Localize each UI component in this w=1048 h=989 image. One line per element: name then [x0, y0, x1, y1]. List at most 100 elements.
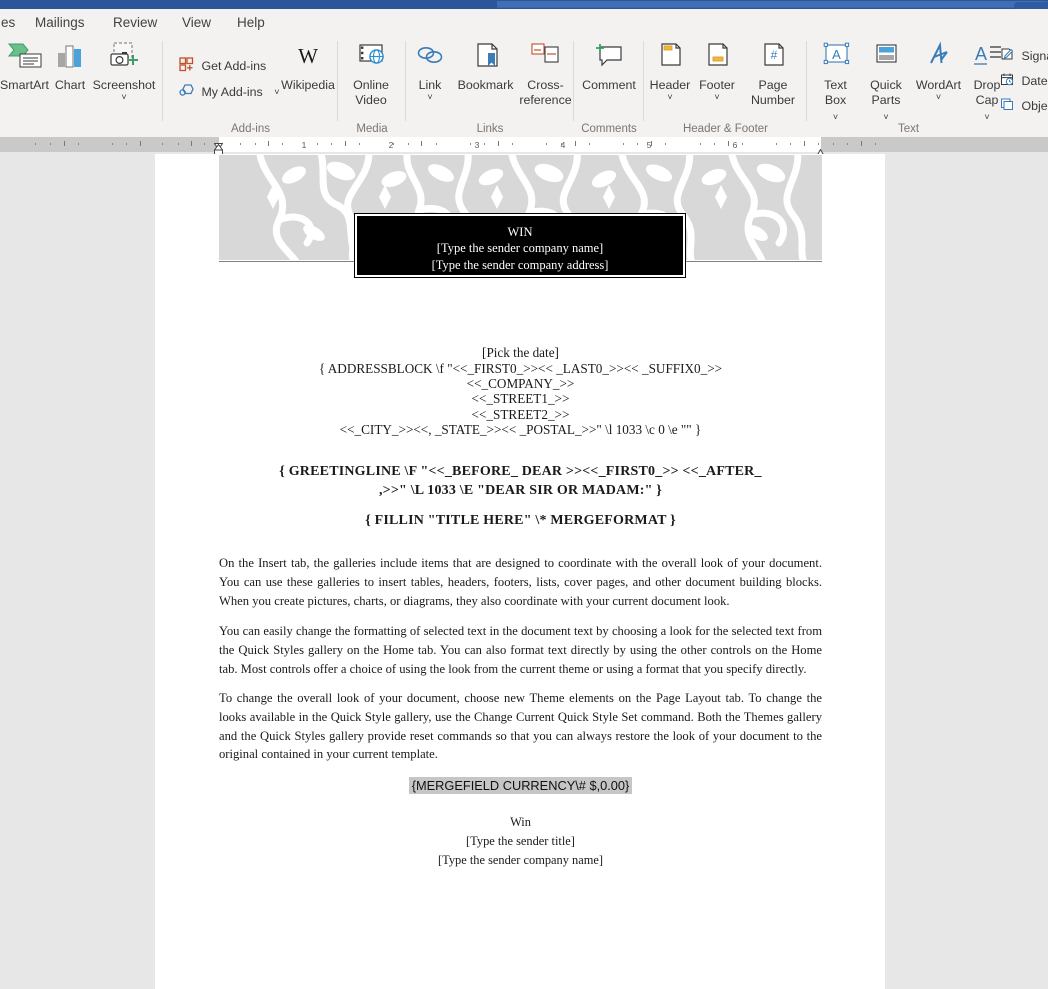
chevron-down-icon[interactable]: ˅ — [694, 92, 740, 101]
ribbon-group-comments: Comment Comments — [574, 35, 644, 137]
wikipedia-label: Wikipedia — [281, 78, 335, 92]
tab-review[interactable]: Review — [108, 13, 162, 33]
chevron-down-icon[interactable]: ˅ — [913, 92, 964, 101]
group-label-add-ins: Add-ins — [231, 123, 270, 135]
get-add-ins-label: Get Add-ins — [201, 59, 267, 73]
chevron-down-icon[interactable]: ˅ — [646, 92, 694, 101]
fillin-field[interactable]: { FILLIN "TITLE HERE" \* MERGEFORMAT } — [219, 511, 822, 530]
group-label-media: Media — [356, 123, 388, 135]
bookmark-icon — [454, 41, 517, 76]
ruler-number-5: 5 — [646, 140, 652, 150]
comment-button[interactable]: Comment — [575, 41, 643, 93]
my-add-ins-icon — [179, 83, 194, 101]
document-canvas[interactable]: WIN [Type the sender company name] [Type… — [0, 154, 1048, 989]
first-line-indent-marker[interactable] — [213, 137, 224, 151]
page-number-icon: # — [740, 41, 806, 76]
tab-mailings[interactable]: Mailings — [30, 13, 90, 33]
chevron-down-icon[interactable]: ˅ — [883, 112, 888, 122]
group-label-header-footer: Header & Footer — [682, 123, 768, 135]
body-paragraph-2[interactable]: You can easily change the formatting of … — [219, 622, 822, 678]
document-page[interactable]: WIN [Type the sender company name] [Type… — [155, 154, 885, 989]
greeting-line-1: { GREETINGLINE \F "<<_BEFORE_ DEAR >><<_… — [279, 464, 762, 479]
get-add-ins-button[interactable]: Get Add-ins — [179, 57, 266, 75]
svg-text:A: A — [832, 47, 841, 62]
pick-the-date-field[interactable]: [Pick the date] — [219, 345, 822, 360]
company-tagline: WIN — [507, 225, 533, 239]
header-icon — [646, 41, 694, 76]
footer-button[interactable]: Footer ˅ — [694, 41, 740, 101]
comment-label: Comment — [582, 78, 636, 92]
body-paragraph-3[interactable]: To change the overall look of your docum… — [219, 689, 822, 764]
wordart-icon — [913, 41, 964, 76]
tab-references[interactable]: es — [0, 13, 20, 33]
tab-help[interactable]: Help — [232, 13, 270, 33]
chevron-down-icon[interactable]: ˅ — [91, 92, 157, 101]
tab-view[interactable]: View — [177, 13, 216, 33]
ruler-number-3: 3 — [474, 140, 480, 150]
sender-company-placeholder[interactable]: [Type the sender company name] — [219, 851, 822, 870]
screenshot-label: Screenshot — [92, 78, 156, 92]
ribbon-group-add-ins: Get Add-ins My Add-ins ˅ W Wikipedia Add… — [163, 35, 338, 137]
greeting-line-field[interactable]: { GREETINGLINE \F "<<_BEFORE_ DEAR >><<_… — [219, 462, 822, 500]
sender-company-name-placeholder[interactable]: [Type the sender company name] — [357, 240, 683, 256]
cross-reference-icon — [517, 41, 574, 76]
ribbon-body: SmartArt Chart Screenshot ˅ Get Add-ins … — [0, 35, 1048, 137]
cross-reference-label: Cross-reference — [519, 78, 572, 107]
ribbon-group-header-footer: Header ˅ Footer ˅ # Page Number Header &… — [644, 35, 807, 137]
right-indent-marker[interactable] — [815, 144, 826, 157]
bookmark-button[interactable]: Bookmark — [454, 41, 517, 93]
group-label-comments: Comments — [581, 123, 637, 135]
text-box-label: Text Box — [824, 78, 847, 107]
my-add-ins-button[interactable]: My Add-ins ˅ — [179, 83, 279, 101]
chart-button[interactable]: Chart — [49, 41, 91, 93]
signature-block[interactable]: Win [Type the sender title] [Type the se… — [219, 813, 822, 870]
object-button[interactable]: Object — [1000, 97, 1048, 114]
page-number-button[interactable]: # Page Number — [740, 41, 806, 107]
wordart-label: WordArt — [915, 78, 962, 92]
date-and-time-label: Date & — [1021, 73, 1048, 88]
cross-reference-button[interactable]: Cross-reference — [517, 41, 574, 107]
hanging-indent-marker[interactable] — [213, 143, 224, 157]
online-video-button[interactable]: Online Video — [339, 41, 403, 107]
quick-parts-button[interactable]: Quick Parts ˅ — [859, 41, 913, 125]
link-label: Link — [418, 78, 442, 92]
text-box-button[interactable]: A Text Box ˅ — [812, 41, 859, 125]
sender-title-box[interactable]: WIN [Type the sender company name] [Type… — [355, 214, 685, 277]
ruler-number-6: 6 — [732, 140, 738, 150]
ribbon: es Mailings Review View Help SmartArt Ch… — [0, 9, 1048, 137]
footer-icon — [694, 41, 740, 76]
date-time-icon — [1000, 72, 1014, 89]
link-icon — [406, 41, 454, 76]
currency-merge-field[interactable]: {MERGEFIELD CURRENCY\# $,0.00} — [408, 777, 633, 794]
chevron-down-icon[interactable]: ˅ — [833, 112, 838, 122]
date-and-time-button[interactable]: Date & — [1000, 72, 1048, 89]
smartart-label: SmartArt — [0, 78, 49, 92]
ribbon-tab-strip: es Mailings Review View Help — [0, 9, 1048, 35]
ribbon-group-text: A Text Box ˅ Quick Parts ˅ WordArt ˅ A D… — [807, 35, 1048, 137]
search-input[interactable] — [497, 1, 1045, 7]
signature-line-button[interactable]: Signat — [1000, 47, 1048, 64]
screenshot-icon — [91, 41, 157, 76]
wordart-button[interactable]: WordArt ˅ — [913, 41, 964, 101]
chart-icon — [49, 41, 91, 76]
ruler-right-pad — [885, 137, 1048, 152]
link-button[interactable]: Link ˅ — [406, 41, 454, 101]
header-label: Header — [649, 78, 691, 92]
header-button[interactable]: Header ˅ — [646, 41, 694, 101]
signature-line-label: Signat — [1021, 48, 1048, 63]
sender-title-placeholder[interactable]: [Type the sender title] — [219, 832, 822, 851]
online-video-label: Online Video — [353, 78, 389, 107]
smartart-button[interactable]: SmartArt — [0, 41, 49, 93]
chevron-down-icon[interactable]: ˅ — [984, 112, 989, 122]
ribbon-group-media: Online Video Media — [338, 35, 406, 137]
chevron-down-icon[interactable]: ˅ — [406, 92, 454, 101]
svg-text:#: # — [771, 48, 778, 62]
ribbon-group-illustrations: SmartArt Chart Screenshot ˅ — [0, 35, 163, 137]
screenshot-button[interactable]: Screenshot ˅ — [91, 41, 157, 101]
sender-name: Win — [510, 815, 531, 829]
group-label-links: Links — [476, 123, 504, 135]
sender-company-address-placeholder[interactable]: [Type the sender company address] — [357, 257, 683, 273]
wikipedia-button[interactable]: W Wikipedia — [278, 41, 338, 93]
body-paragraph-1[interactable]: On the Insert tab, the galleries include… — [219, 554, 822, 610]
address-block-field[interactable]: { ADDRESSBLOCK \f "<<_FIRST0_>><< _LAST0… — [219, 361, 822, 437]
